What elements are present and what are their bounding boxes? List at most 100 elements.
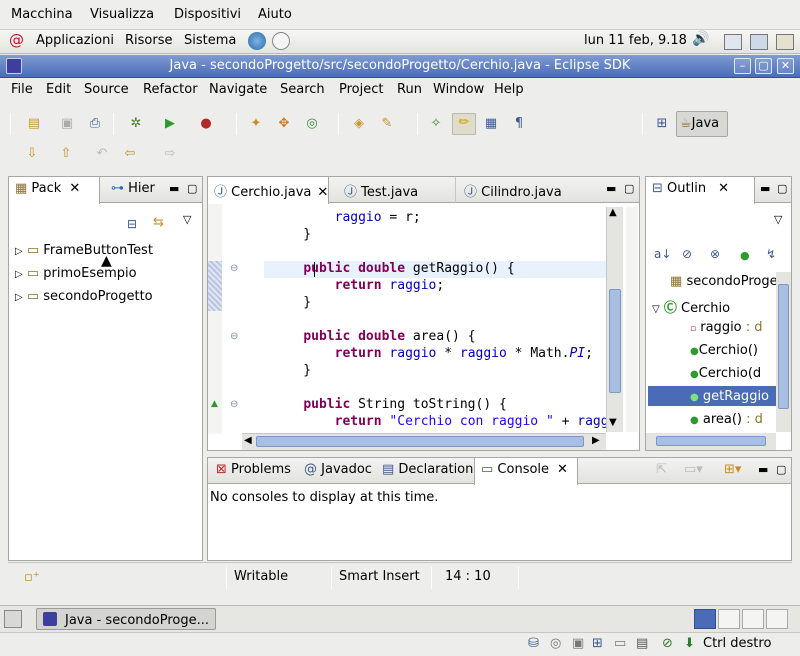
menu-file[interactable]: File <box>11 82 33 97</box>
menu-window[interactable]: Window <box>433 82 484 97</box>
web-browser-icon[interactable] <box>248 32 266 50</box>
hide-local-types-icon[interactable]: ↯ <box>766 247 776 261</box>
view-menu-icon[interactable]: ▽ <box>774 213 782 226</box>
open-perspective-icon[interactable]: ⊞ <box>652 115 672 133</box>
show-desktop-icon[interactable] <box>4 610 22 628</box>
minimize-icon[interactable]: ▬ <box>606 182 616 195</box>
scroll-thumb[interactable] <box>609 289 621 393</box>
hide-fields-icon[interactable]: ⊘ <box>682 247 692 261</box>
tab-javadoc[interactable]: @ Javadoc <box>298 458 378 484</box>
vbox-menu-devices[interactable]: Dispositivi <box>174 7 241 22</box>
outline-item-class[interactable]: ▽ Ⓒ Cerchio <box>652 297 730 316</box>
hide-static-icon[interactable]: ⊗ <box>710 247 720 261</box>
show-whitespace-icon[interactable]: ¶ <box>509 115 529 133</box>
expand-icon[interactable]: ▷ <box>15 292 23 303</box>
minimize-icon[interactable]: ▬ <box>758 463 768 476</box>
pin-console-icon[interactable]: ⇱ <box>656 462 667 477</box>
debian-logo-icon[interactable]: @ <box>9 31 24 49</box>
tab-declaration[interactable]: ▤ Declaration <box>376 458 479 484</box>
maximize-icon[interactable]: ▢ <box>777 182 787 195</box>
hide-non-public-icon[interactable]: ● <box>740 249 750 262</box>
open-type-icon[interactable]: ◈ <box>349 115 369 133</box>
mail-icon[interactable] <box>272 32 290 50</box>
collapse-all-icon[interactable]: ⊟ <box>127 217 137 231</box>
new-class-icon[interactable]: ◎ <box>302 115 322 133</box>
system-menu[interactable]: Sistema <box>184 33 236 48</box>
close-icon[interactable]: ✕ <box>557 462 568 477</box>
places-menu[interactable]: Risorse <box>125 33 173 48</box>
outline-vertical-scrollbar[interactable] <box>776 272 791 432</box>
debug-icon[interactable]: ✲ <box>126 115 146 133</box>
workspace-switcher[interactable] <box>742 609 764 629</box>
code-line[interactable]: public double area() { <box>272 329 475 344</box>
code-line[interactable]: } <box>272 295 311 310</box>
minimize-icon[interactable]: – <box>734 58 751 74</box>
scroll-thumb[interactable] <box>256 436 584 447</box>
fast-view-icon[interactable]: ▫⁺ <box>24 570 40 585</box>
view-menu-icon[interactable]: ▽ <box>183 213 191 226</box>
scroll-right-icon[interactable]: ▶ <box>592 435 600 446</box>
tab-hierarchy[interactable]: ⊶ Hier <box>105 177 161 203</box>
back-icon[interactable]: ⇦ <box>120 145 140 163</box>
hard-disk-icon[interactable]: ⛁ <box>528 636 539 651</box>
close-icon[interactable]: ✕ <box>777 58 794 74</box>
host-key-icon[interactable]: ⬇ <box>684 636 695 651</box>
optical-drive-icon[interactable]: ◎ <box>550 636 561 651</box>
workspace-switcher[interactable] <box>766 609 788 629</box>
scroll-down-icon[interactable]: ▼ <box>609 417 617 428</box>
new-icon[interactable]: ▤ <box>24 115 44 133</box>
tab-problems[interactable]: ⊠ Problems <box>210 458 297 484</box>
vbox-menu-help[interactable]: Aiuto <box>258 7 292 22</box>
scroll-thumb[interactable] <box>778 284 789 409</box>
menu-run[interactable]: Run <box>397 82 422 97</box>
outline-item-package[interactable]: ▦ secondoProge <box>670 274 776 289</box>
code-line[interactable]: } <box>272 363 311 378</box>
sort-icon[interactable]: a↓ <box>654 247 671 261</box>
code-line[interactable]: raggio = r; <box>272 210 421 225</box>
tab-console[interactable]: ▭ Console ✕ <box>474 458 578 485</box>
applications-menu[interactable]: Applicazioni <box>36 33 114 48</box>
usb-icon[interactable]: ▤ <box>636 636 648 651</box>
tab-outline[interactable]: ⊟ Outlin ✕ <box>645 177 755 204</box>
shared-folders-icon[interactable]: ▭ <box>614 636 626 651</box>
code-line[interactable]: public String toString() { <box>272 397 507 412</box>
code-line[interactable]: return raggio; <box>272 278 445 293</box>
previous-annotation-icon[interactable]: ⇧ <box>56 145 76 163</box>
scroll-left-icon[interactable]: ◀ <box>244 435 252 446</box>
outline-item-method[interactable]: ● area() : d <box>690 412 763 427</box>
workspace-switcher-active[interactable] <box>694 609 716 629</box>
expand-icon[interactable]: ▷ <box>15 269 23 280</box>
scroll-thumb[interactable] <box>656 436 766 446</box>
maximize-icon[interactable]: ▢ <box>187 182 197 195</box>
maximize-icon[interactable]: ▢ <box>624 182 634 195</box>
open-console-icon[interactable]: ⊞▾ <box>724 462 741 477</box>
scroll-up-icon[interactable]: ▲ <box>609 207 617 218</box>
window-titlebar[interactable]: Java - secondoProgetto/src/secondoProget… <box>0 55 800 78</box>
vbox-menu-machine[interactable]: Macchina <box>11 7 73 22</box>
collapse-icon[interactable]: ▽ <box>652 304 660 315</box>
outline-item-constructor[interactable]: ●Cerchio(d <box>690 366 761 381</box>
display-console-icon[interactable]: ▭▾ <box>684 462 703 477</box>
external-tools-icon[interactable]: ● <box>196 115 216 133</box>
menu-help[interactable]: Help <box>494 82 524 97</box>
tree-item-project[interactable]: ▷ ▭ primoEsempio <box>15 266 137 281</box>
floppy-icon[interactable]: ▣ <box>572 636 584 651</box>
editor-vertical-scrollbar[interactable]: ▲ ▼ <box>606 207 623 432</box>
display-icon[interactable] <box>750 34 768 50</box>
tree-item-project[interactable]: ▷ ▭ FrameButtonTest <box>15 243 153 258</box>
code-line[interactable]: return "Cerchio con raggio " + raggio; <box>272 414 606 429</box>
menu-refactor[interactable]: Refactor <box>143 82 198 97</box>
link-with-editor-icon[interactable]: ⇆ <box>153 215 164 230</box>
outline-item-constructor[interactable]: ●Cerchio() <box>690 343 758 358</box>
close-icon[interactable]: ✕ <box>718 181 729 196</box>
menu-edit[interactable]: Edit <box>46 82 71 97</box>
outline-item-field[interactable]: ▫ raggio : d <box>690 320 763 335</box>
print-icon[interactable]: ⎙ <box>85 115 105 133</box>
java-perspective-button[interactable]: ☕Java <box>676 111 728 137</box>
outline-horizontal-scrollbar[interactable] <box>646 433 776 450</box>
mouse-integration-icon[interactable]: ⊘ <box>662 636 673 651</box>
editor-horizontal-scrollbar[interactable]: ◀ ▶ <box>242 433 606 450</box>
tree-item-project[interactable]: ▷ ▭ secondoProgetto <box>15 289 153 304</box>
tab-package-explorer[interactable]: ▦ Pack ✕ <box>8 177 100 204</box>
network-icon[interactable] <box>776 34 794 50</box>
